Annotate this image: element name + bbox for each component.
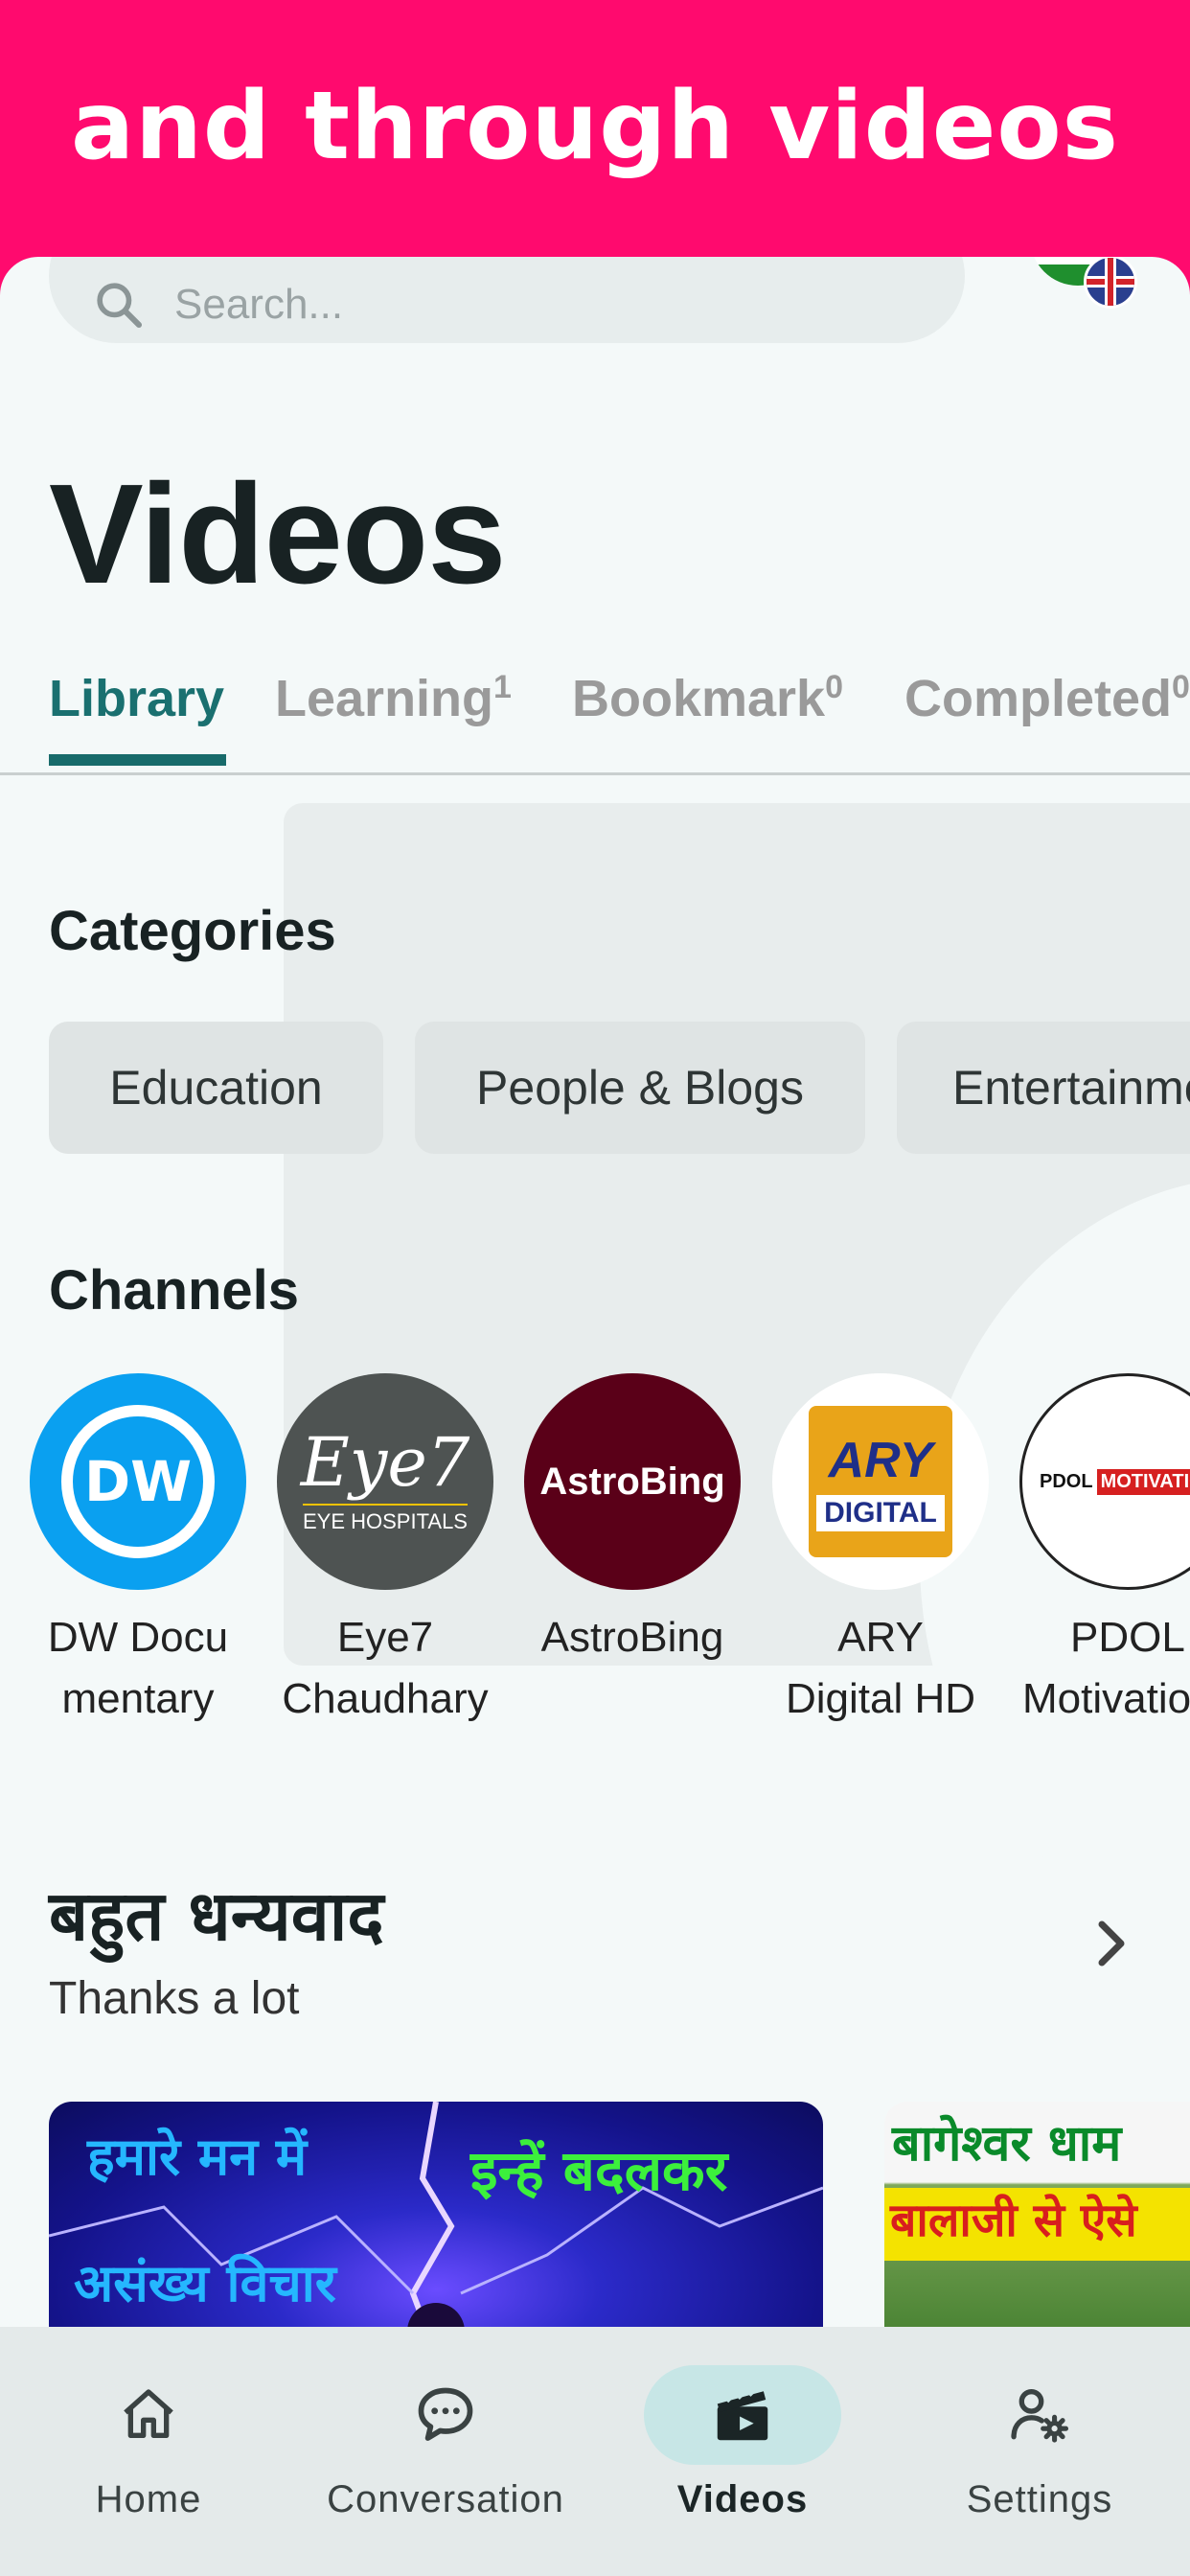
promo-banner: and through videos (0, 0, 1190, 259)
tab-bookmark-count: 0 (825, 669, 844, 705)
thumbnail-caption: इन्हें बदलकर (470, 2138, 728, 2203)
app-screen: Search... Videos Library Learning1 Bookm… (0, 257, 1190, 2576)
tab-completed-count: 0 (1172, 669, 1190, 705)
thumbnail-caption: बागेश्वर धाम (892, 2115, 1122, 2173)
search-bar[interactable]: Search... (49, 257, 965, 343)
tab-library[interactable]: Library (49, 669, 224, 728)
tab-bookmark[interactable]: Bookmark0 (572, 669, 843, 728)
channel-name: AstroBing (540, 1614, 724, 1661)
channel-avatar: AstroBing (524, 1373, 741, 1590)
thumbnail-caption: असंख्य विचार (74, 2253, 336, 2313)
pdol-logo: PDOL (1040, 1470, 1093, 1492)
thumbnail-caption: हमारे मन में (87, 2127, 308, 2187)
eye7-logo: Eye7 (300, 1423, 470, 1502)
channel-astrobing[interactable]: AstroBing AstroBing (517, 1373, 747, 1668)
playlist-title: बहुत धन्यवाद (49, 1875, 384, 1956)
channel-name: Eye7 Chaudhary (282, 1614, 489, 1722)
categories-title: Categories (49, 900, 336, 962)
home-icon (124, 2389, 173, 2438)
user-settings-icon (1011, 2388, 1069, 2443)
playlist-subtitle: Thanks a lot (49, 1973, 300, 2024)
channel-name: DW Docu mentary (47, 1614, 229, 1722)
channel-avatar: PDOL MOTIVATION (1019, 1373, 1190, 1590)
nav-home[interactable]: Home (0, 2327, 297, 2521)
channel-pdol-motivation[interactable]: PDOL MOTIVATION PDOLMotivatio (1013, 1373, 1190, 1730)
dw-logo: DW (61, 1405, 215, 1558)
channel-avatar: ARY DIGITAL (772, 1373, 989, 1590)
channel-avatar: Eye7 EYE HOSPITALS (277, 1373, 493, 1590)
nav-settings[interactable]: Settings (891, 2327, 1188, 2521)
eye7-logo-sub: EYE HOSPITALS (303, 1504, 468, 1534)
promo-banner-text: and through videos (71, 72, 1119, 181)
nav-label: Videos (676, 2478, 809, 2520)
astrobing-logo: AstroBing (539, 1460, 725, 1503)
language-switcher[interactable] (1030, 257, 1137, 319)
search-input[interactable]: Search... (174, 281, 343, 329)
category-chip-entertainment[interactable]: Entertainment (897, 1022, 1190, 1154)
channels-title: Channels (49, 1259, 300, 1322)
chat-icon (418, 2387, 473, 2441)
channel-name: ARY Digital HD (785, 1614, 976, 1722)
search-icon (97, 283, 143, 329)
tab-learning-count: 1 (493, 669, 512, 705)
category-chip-people-blogs[interactable]: People & Blogs (415, 1022, 865, 1154)
nav-label: Settings (966, 2478, 1113, 2520)
chevron-right-icon[interactable] (1083, 1915, 1140, 1972)
ary-logo: ARY DIGITAL (809, 1406, 952, 1557)
nav-videos[interactable]: Videos (594, 2327, 891, 2521)
nav-label: Home (95, 2478, 202, 2520)
channel-name: PDOL Motivatio (1022, 1614, 1190, 1722)
pdol-logo-sub: MOTIVATION (1096, 1468, 1190, 1495)
nav-conversation[interactable]: Conversation (297, 2327, 594, 2521)
uk-flag-icon (1084, 257, 1137, 309)
channel-avatar: DW (30, 1373, 246, 1590)
tab-learning[interactable]: Learning1 (275, 669, 512, 728)
bottom-navigation: Home Conversation Videos Settings (0, 2327, 1190, 2576)
tab-completed[interactable]: Completed0 (904, 669, 1190, 728)
channel-ary-digital-hd[interactable]: ARY DIGITAL ARY Digital HD (766, 1373, 995, 1730)
clapperboard-icon (717, 2388, 768, 2441)
tab-bar: Library Learning1 Bookmark0 Completed0 (0, 669, 1190, 775)
channel-dw-documentary[interactable]: DW DW Docu mentary (23, 1373, 253, 1730)
channel-eye7-chaudhary[interactable]: Eye7 EYE HOSPITALS Eye7 Chaudhary (270, 1373, 500, 1730)
category-chip-education[interactable]: Education (49, 1022, 383, 1154)
page-title: Videos (49, 455, 507, 613)
active-tab-indicator (49, 754, 226, 766)
thumbnail-caption: बालाजी से ऐसे (884, 2188, 1190, 2261)
nav-label: Conversation (327, 2478, 564, 2520)
